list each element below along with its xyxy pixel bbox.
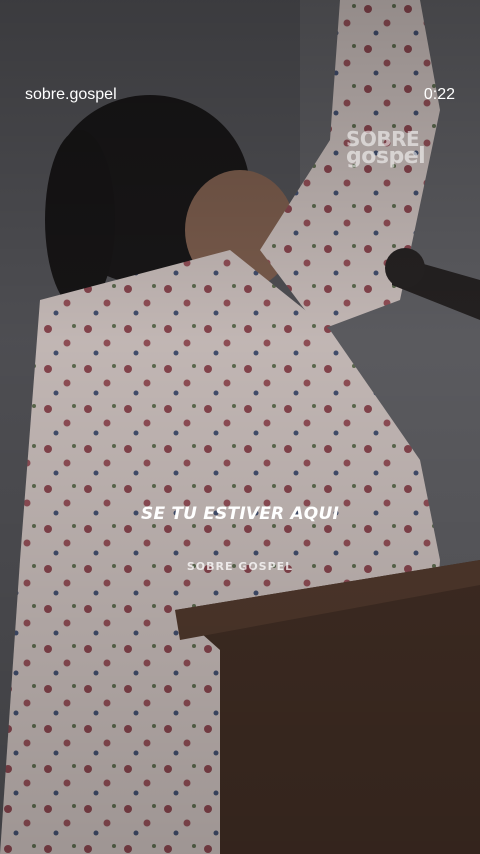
watermark-line2: gospel (346, 144, 426, 169)
video-caption: SE TU ESTIVER AQUI (141, 504, 339, 524)
video-timestamp: 0:22 (423, 86, 455, 103)
account-name[interactable]: sobre.gospel (25, 85, 117, 105)
video-subcaption: SOBRE GOSPEL (186, 560, 294, 573)
video-watermark: SOBRE gospel (346, 129, 436, 169)
video-frame[interactable]: SOBRE gospel SE TU ESTIVER AQUI SOBRE GO… (0, 0, 480, 854)
story-header: sobre.gospel 0:22 (0, 0, 480, 103)
